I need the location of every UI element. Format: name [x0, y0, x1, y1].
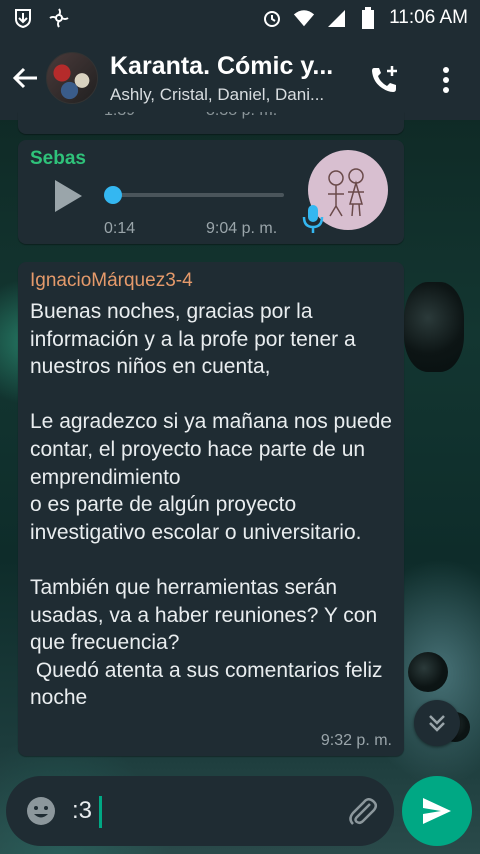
- text-caret: [99, 796, 102, 828]
- message-sender: Sebas: [30, 148, 86, 169]
- more-vertical-icon: [443, 67, 449, 93]
- message-text: Buenas noches, gracias por la informació…: [30, 300, 392, 710]
- back-button[interactable]: [6, 48, 46, 108]
- send-icon: [423, 798, 451, 824]
- chat-title-block[interactable]: Karanta. Cómic y... Ashly, Cristal, Dani…: [110, 51, 355, 105]
- double-chevron-down-icon: [429, 715, 445, 732]
- emoji-icon[interactable]: [26, 796, 56, 826]
- status-time: 11:06 AM: [389, 7, 468, 28]
- group-avatar[interactable]: [46, 52, 98, 104]
- audio-duration: 0:14: [104, 220, 136, 237]
- audio-progress-track[interactable]: [114, 193, 284, 197]
- play-button[interactable]: [48, 176, 88, 216]
- wallpaper-eye-left: [408, 652, 448, 692]
- alarm-icon: [261, 7, 283, 29]
- status-bar: 11:06 AM: [0, 0, 480, 36]
- phone-plus-icon: [372, 66, 397, 92]
- download-shield-icon: [12, 7, 34, 29]
- chat-header: Karanta. Cómic y... Ashly, Cristal, Dani…: [0, 36, 480, 120]
- audio-seek-handle[interactable]: [104, 186, 122, 204]
- message-sender: IgnacioMárquez3-4: [30, 270, 193, 291]
- send-button[interactable]: [402, 776, 472, 846]
- voice-message-bubble[interactable]: Sebas 0:14 9:04 p. m.: [18, 140, 404, 244]
- message-input[interactable]: [72, 790, 332, 832]
- scroll-to-bottom-button[interactable]: [414, 700, 460, 746]
- paperclip-icon[interactable]: [344, 794, 380, 830]
- wifi-icon: [293, 7, 315, 29]
- overflow-menu-button[interactable]: [424, 60, 468, 100]
- pinwheel-icon: [48, 7, 70, 29]
- battery-icon: [357, 7, 379, 29]
- previous-message-bubble[interactable]: 1:39 8:38 p. m.: [18, 112, 404, 134]
- chat-participants: Ashly, Cristal, Daniel, Dani...: [110, 85, 325, 104]
- wallpaper-eye-top: [404, 282, 464, 372]
- message-composer: [6, 776, 394, 846]
- play-icon: [55, 180, 82, 212]
- previous-message-time: 8:38 p. m.: [206, 112, 277, 120]
- message-timestamp: 9:32 p. m.: [320, 732, 392, 749]
- microphone-icon: [302, 205, 324, 233]
- arrow-left-icon: [13, 67, 37, 89]
- signal-icon: [325, 7, 347, 29]
- previous-message-duration: 1:39: [104, 112, 135, 120]
- chat-title: Karanta. Cómic y...: [110, 52, 334, 80]
- add-call-button[interactable]: [362, 60, 406, 100]
- text-message-bubble[interactable]: IgnacioMárquez3-4 Buenas noches, gracias…: [18, 262, 404, 756]
- message-timestamp: 9:04 p. m.: [206, 220, 278, 237]
